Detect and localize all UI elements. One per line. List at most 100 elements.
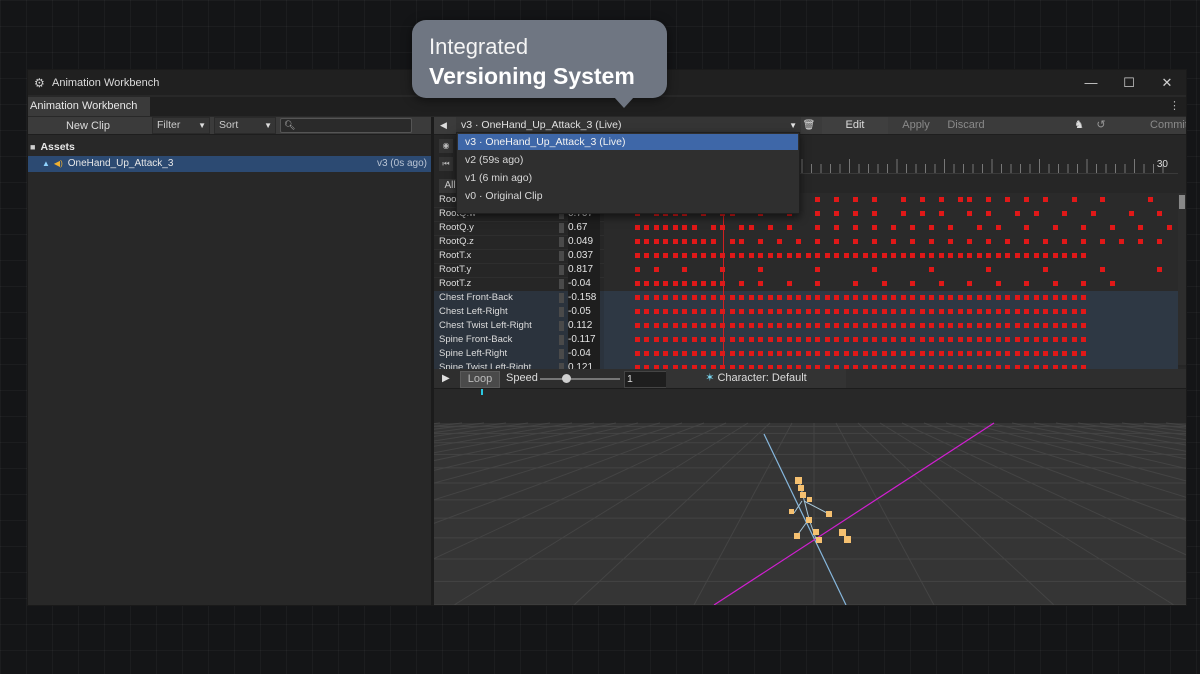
keyframe[interactable] (1005, 295, 1010, 300)
keyframe[interactable] (739, 281, 744, 286)
keyframe[interactable] (777, 253, 782, 258)
keyframe[interactable] (919, 337, 925, 342)
keyframe[interactable] (815, 239, 820, 244)
track-row[interactable]: RootT.y 0.817 (434, 263, 1178, 278)
sort-dropdown[interactable]: Sort ▼ (214, 117, 276, 134)
keyframe[interactable] (919, 351, 925, 356)
keyframe[interactable] (834, 337, 839, 342)
keyframe[interactable] (843, 323, 849, 328)
keyframe[interactable] (748, 253, 754, 258)
keyframe[interactable] (815, 267, 820, 272)
keyframe[interactable] (843, 309, 849, 314)
keyframe[interactable] (881, 323, 887, 328)
keyframe[interactable] (1081, 309, 1086, 314)
keyframe[interactable] (1081, 323, 1086, 328)
keyframe[interactable] (653, 239, 659, 244)
minimize-icon[interactable]: — (1072, 70, 1110, 95)
track-value-field[interactable]: 0.049 (568, 235, 600, 249)
keyframe[interactable] (796, 253, 801, 258)
keyframe[interactable] (710, 309, 716, 314)
keyframe[interactable] (710, 337, 716, 342)
keyframe[interactable] (815, 309, 820, 314)
character-icon[interactable]: ♞ (1071, 117, 1087, 134)
keyframe[interactable] (967, 281, 972, 286)
keyframe[interactable] (824, 337, 830, 342)
keyframe[interactable] (805, 253, 811, 258)
keyframe[interactable] (986, 253, 991, 258)
keyframe[interactable] (634, 323, 640, 328)
keyframe[interactable] (1043, 239, 1048, 244)
keyframe[interactable] (910, 323, 915, 328)
track-drag-handle[interactable] (559, 335, 564, 345)
keyframe[interactable] (986, 267, 991, 272)
keyframe[interactable] (948, 351, 953, 356)
keyframe[interactable] (1033, 337, 1039, 342)
keyframe[interactable] (644, 239, 649, 244)
trash-icon[interactable]: 🗑︎ (802, 117, 816, 134)
keyframe[interactable] (682, 351, 687, 356)
keyframe[interactable] (739, 309, 744, 314)
keyframe[interactable] (1128, 211, 1134, 216)
keyframe[interactable] (634, 351, 640, 356)
keyframe[interactable] (653, 225, 659, 230)
track-value-field[interactable]: -0.158 (568, 291, 600, 305)
keyframe[interactable] (1043, 337, 1048, 342)
loop-toggle[interactable]: Loop (460, 371, 500, 388)
keyframe[interactable] (976, 295, 982, 300)
keyframe[interactable] (824, 323, 830, 328)
keyframe[interactable] (929, 239, 934, 244)
keyframe[interactable] (995, 225, 1001, 230)
keyframe[interactable] (1100, 267, 1105, 272)
keyframe[interactable] (891, 225, 896, 230)
keyframe[interactable] (995, 281, 1001, 286)
keyframe[interactable] (872, 211, 877, 216)
track-drag-handle[interactable] (559, 349, 564, 359)
keyframe[interactable] (644, 253, 649, 258)
keyframe[interactable] (976, 225, 982, 230)
keyframe[interactable] (910, 337, 915, 342)
keyframe[interactable] (967, 309, 972, 314)
keyframe[interactable] (995, 309, 1001, 314)
track-drag-handle[interactable] (559, 251, 564, 261)
keyframe[interactable] (805, 337, 811, 342)
keyframe[interactable] (948, 295, 953, 300)
keyframe[interactable] (748, 295, 754, 300)
track-drag-handle[interactable] (559, 265, 564, 275)
keyframe[interactable] (710, 281, 716, 286)
keyframe[interactable] (957, 197, 963, 202)
keyframe[interactable] (653, 281, 659, 286)
keyframe[interactable] (929, 309, 934, 314)
keyframe[interactable] (1062, 295, 1067, 300)
keyframe[interactable] (739, 253, 744, 258)
keyframe[interactable] (872, 197, 877, 202)
keyframe[interactable] (872, 239, 877, 244)
track-drag-handle[interactable] (559, 223, 564, 233)
keyframe[interactable] (1071, 309, 1077, 314)
keyframe[interactable] (853, 197, 858, 202)
keyframe[interactable] (663, 323, 668, 328)
track-row[interactable]: RootQ.z 0.049 (434, 235, 1178, 250)
keyframe[interactable] (948, 337, 953, 342)
3d-viewport[interactable] (434, 389, 1186, 605)
keyframe[interactable] (691, 309, 697, 314)
keyframe[interactable] (881, 253, 887, 258)
keyframe[interactable] (900, 309, 906, 314)
keyframe[interactable] (767, 337, 773, 342)
keyframe[interactable] (729, 295, 735, 300)
keyframe[interactable] (767, 253, 773, 258)
track-row[interactable]: Chest Front-Back -0.158 (434, 291, 1178, 306)
keyframe[interactable] (644, 323, 649, 328)
keyframe[interactable] (1157, 267, 1162, 272)
back-icon[interactable]: ◀ (440, 117, 452, 134)
keyframe[interactable] (872, 295, 877, 300)
keyframe[interactable] (672, 253, 678, 258)
keyframe[interactable] (701, 295, 706, 300)
keyframe[interactable] (739, 225, 744, 230)
keyframe[interactable] (663, 253, 668, 258)
keyframe[interactable] (1005, 309, 1010, 314)
keyframe[interactable] (1014, 309, 1020, 314)
keyframe[interactable] (786, 281, 792, 286)
keyframe[interactable] (796, 351, 801, 356)
keyframe[interactable] (967, 323, 972, 328)
keyframe[interactable] (1043, 351, 1048, 356)
